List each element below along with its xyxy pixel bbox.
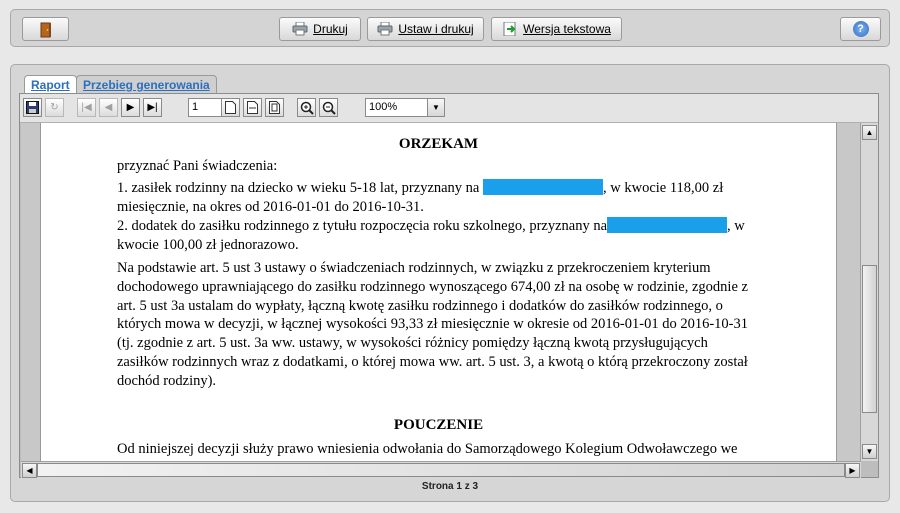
print-label: Drukuj [313, 22, 348, 36]
scroll-left-button[interactable]: ◀ [22, 463, 37, 478]
zoom-in-icon [300, 101, 314, 115]
printer-icon [292, 21, 308, 36]
help-label: ? [857, 23, 864, 35]
vertical-scroll-thumb[interactable] [862, 265, 877, 413]
redaction-block [607, 217, 728, 233]
tab-raport[interactable]: Raport [24, 75, 77, 93]
setup-print-button[interactable]: Ustaw i drukuj [367, 17, 484, 41]
first-page-button[interactable]: |◀ [77, 98, 96, 117]
paragraph-line: których mowa w decyzji, w łącznej wysoko… [117, 316, 748, 333]
tab-przebieg-label: Przebieg generowania [83, 78, 210, 92]
refresh-button[interactable]: ↻ [45, 98, 64, 117]
item-2-text-b: , w [727, 218, 745, 234]
document-area: ORZEKAM przyznać Pani świadczenia: 1. za… [21, 123, 861, 461]
zoom-out-icon [322, 101, 336, 115]
text-version-button[interactable]: Wersja tekstowa [491, 17, 622, 41]
next-page-button[interactable]: ▶ [121, 98, 140, 117]
paragraph-line: zasiłków rodzinnych wraz z dodatkami, o … [117, 353, 748, 370]
vertical-scrollbar[interactable]: ▲ ▼ [860, 123, 878, 461]
intro-line: przyznać Pani świadczenia: [117, 158, 278, 174]
page-number-value: 1 [192, 101, 199, 113]
viewer-toolbar: ↻ |◀ ◀ ▶ ▶| 1 100% ▼ [20, 94, 878, 123]
legal-basis-paragraph: Na podstawie art. 5 ust 3 ustawy o świad… [117, 259, 817, 391]
scroll-down-button[interactable]: ▼ [862, 444, 877, 459]
prev-page-icon: ◀ [104, 102, 113, 113]
single-page-button[interactable] [221, 98, 240, 117]
page-icon [225, 101, 236, 114]
door-icon [38, 22, 54, 38]
heading-orzekam: ORZEKAM [398, 136, 479, 152]
horizontal-scroll-thumb[interactable] [37, 463, 845, 477]
page-width-icon [247, 101, 258, 114]
item-1-text-a: 1. zasiłek rodzinny na dziecko w wieku 5… [117, 180, 480, 196]
last-page-icon: ▶| [147, 102, 158, 113]
pouczenie-line: Od niniejszej decyzji służy prawo wniesi… [117, 441, 738, 457]
report-page: ORZEKAM przyznać Pani świadczenia: 1. za… [41, 123, 836, 461]
first-page-icon: |◀ [81, 102, 92, 113]
scroll-up-button[interactable]: ▲ [862, 125, 877, 140]
page-status: Strona 1 z 3 [421, 481, 479, 492]
zoom-in-button[interactable] [297, 98, 316, 117]
page-width-button[interactable] [243, 98, 262, 117]
floppy-icon [26, 101, 39, 114]
item-1-text-b: , w kwocie 118,00 zł [603, 180, 724, 196]
scroll-right-button[interactable]: ▶ [845, 463, 860, 478]
item-2-text-c: kwocie 100,00 zł jednorazowo. [117, 237, 299, 253]
paragraph-line: (tj. zgodnie z art. 5 ust. 3a ww. ustawy… [117, 335, 708, 352]
item-2: 2. dodatek do zasiłku rodzinnego z tytuł… [117, 217, 817, 255]
last-page-button[interactable]: ▶| [143, 98, 162, 117]
export-icon [502, 21, 518, 37]
prev-page-button[interactable]: ◀ [99, 98, 118, 117]
save-button[interactable] [23, 98, 42, 117]
chevron-down-icon[interactable]: ▼ [427, 99, 444, 116]
whole-page-icon [269, 101, 280, 114]
text-version-label: Wersja tekstowa [523, 22, 611, 36]
setup-print-label: Ustaw i drukuj [398, 22, 474, 36]
print-button[interactable]: Drukuj [279, 17, 361, 41]
horizontal-scrollbar[interactable]: ◀ ▶ [21, 461, 861, 478]
help-button[interactable]: ? [840, 17, 881, 41]
next-page-icon: ▶ [126, 102, 135, 113]
printer-setup-icon [377, 21, 393, 36]
redaction-block [483, 179, 603, 195]
item-1: 1. zasiłek rodzinny na dziecko w wieku 5… [117, 179, 757, 217]
paragraph-line: dochodowego uprawniającego do zasiłku ro… [117, 278, 748, 295]
zoom-value: 100% [369, 101, 398, 113]
exit-button[interactable] [22, 17, 69, 41]
tab-raport-label: Raport [31, 78, 70, 92]
zoom-select[interactable]: 100% ▼ [365, 98, 445, 117]
refresh-icon: ↻ [50, 102, 59, 113]
paragraph-line: dochód rodziny). [117, 372, 217, 389]
whole-page-button[interactable] [265, 98, 284, 117]
paragraph-line: art. 5 ust 3a ustalam do wypłaty, łączną… [117, 297, 723, 314]
zoom-out-button[interactable] [319, 98, 338, 117]
help-icon: ? [852, 21, 869, 37]
item-2-text-a: 2. dodatek do zasiłku rodzinnego z tytuł… [117, 218, 608, 234]
tab-przebieg-generowania[interactable]: Przebieg generowania [76, 75, 217, 93]
item-1-text-c: miesięcznie, na okres od 2016-01-01 do 2… [117, 199, 424, 215]
paragraph-line: Na podstawie art. 5 ust 3 ustawy o świad… [117, 260, 711, 276]
top-toolbar: Drukuj Ustaw i drukuj Wersja tekstowa ? [10, 9, 890, 47]
heading-pouczenie: POUCZENIE [393, 417, 484, 433]
